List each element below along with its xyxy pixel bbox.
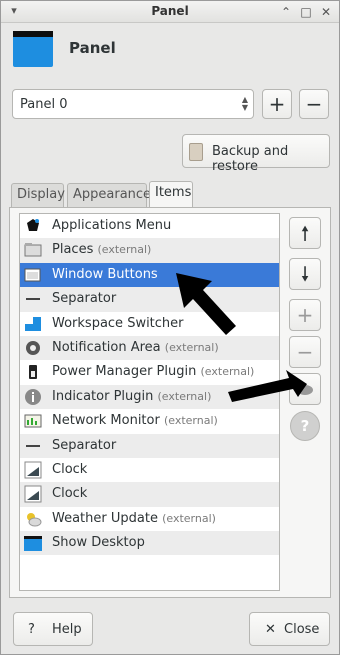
list-item[interactable]: Power Manager Plugin (external)	[20, 360, 279, 384]
remove-item-button[interactable]: −	[289, 336, 321, 368]
places-folder-icon	[24, 243, 42, 257]
edit-icon	[297, 385, 313, 395]
show-desktop-icon	[24, 536, 42, 552]
items-list[interactable]: Applications Menu Places (external) Wind…	[19, 213, 280, 591]
edit-item-button[interactable]	[289, 373, 321, 405]
help-button[interactable]: ? Help	[13, 612, 93, 646]
add-panel-button[interactable]: +	[262, 89, 292, 119]
info-icon	[25, 388, 41, 405]
weather-icon	[27, 512, 42, 527]
separator-icon	[26, 444, 40, 447]
item-about-button[interactable]: ?	[290, 411, 320, 441]
battery-icon	[29, 365, 37, 380]
list-item[interactable]: Network Monitor (external)	[20, 409, 279, 433]
close-icon: ✕	[265, 622, 276, 637]
backup-restore-button[interactable]: Backup and restore	[182, 134, 330, 174]
list-item[interactable]: Separator	[20, 433, 279, 458]
move-down-button[interactable]: 🠗	[289, 258, 321, 290]
spinner-arrows-icon: ▲ ▼	[241, 95, 248, 112]
list-item[interactable]: Places (external)	[20, 238, 279, 263]
close-button[interactable]: ✕ Close	[249, 612, 330, 646]
tab-items[interactable]: Items	[149, 181, 193, 208]
add-item-button[interactable]: +	[289, 299, 321, 331]
move-up-button[interactable]: 🠕	[289, 217, 321, 249]
maximize-icon[interactable]: □	[297, 3, 315, 21]
list-item[interactable]: Show Desktop	[20, 531, 279, 556]
list-item[interactable]: Notification Area (external)	[20, 335, 279, 361]
network-monitor-icon	[24, 414, 42, 428]
remove-panel-button[interactable]: −	[299, 89, 329, 119]
tab-appearance[interactable]: Appearance	[67, 183, 151, 207]
list-item[interactable]: Weather Update (external)	[20, 507, 279, 531]
clock-icon	[24, 461, 42, 479]
window-buttons-icon	[24, 268, 41, 282]
clock-icon	[24, 485, 42, 503]
list-item[interactable]: Separator	[20, 287, 279, 312]
title-bar: ▾ Panel ⌃ □ ✕	[1, 1, 339, 23]
list-item[interactable]: Clock	[20, 458, 279, 482]
list-item[interactable]: Indicator Plugin (external)	[20, 384, 279, 410]
panel-preferences-window: ▾ Panel ⌃ □ ✕ Panel Panel 0 ▲ ▼ + − Backu…	[0, 0, 340, 655]
panel-select-value: Panel 0	[20, 97, 68, 112]
tab-display[interactable]: Display	[11, 183, 65, 207]
panel-icon	[13, 31, 53, 67]
close-label: Close	[284, 622, 320, 637]
help-label: Help	[52, 622, 82, 637]
workspace-switcher-icon	[25, 316, 41, 331]
page-title: Panel	[69, 39, 116, 57]
notification-area-gear-icon	[26, 340, 40, 355]
list-item[interactable]: Clock	[20, 482, 279, 507]
applications-menu-icon	[27, 219, 39, 231]
shade-icon[interactable]: ⌃	[277, 3, 295, 21]
backup-icon	[189, 143, 203, 161]
help-icon: ?	[28, 622, 35, 637]
list-item[interactable]: Workspace Switcher	[20, 312, 279, 336]
close-window-icon[interactable]: ✕	[317, 3, 335, 21]
list-item[interactable]: Applications Menu	[20, 214, 279, 238]
backup-restore-label: Backup and restore	[212, 144, 289, 174]
panel-select[interactable]: Panel 0 ▲ ▼	[12, 89, 254, 119]
list-item[interactable]: Window Buttons	[20, 262, 279, 288]
separator-icon	[26, 298, 40, 301]
